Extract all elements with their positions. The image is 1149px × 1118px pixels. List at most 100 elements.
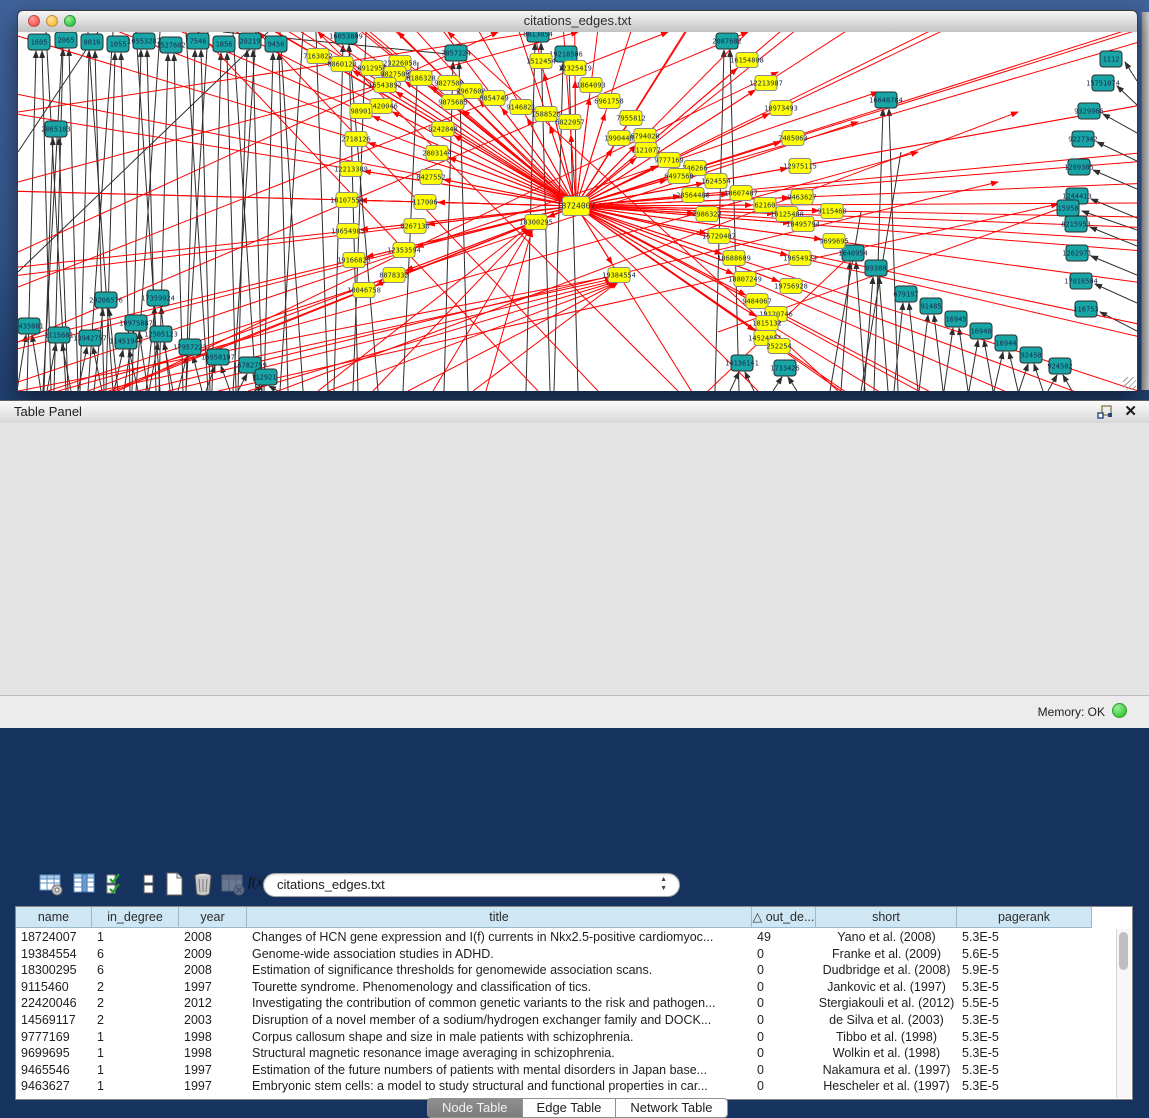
table-row[interactable]: 911546021997Tourette syndrome. Phenomeno… — [16, 979, 1092, 996]
table-row[interactable]: 1938455462009Genome-wide association stu… — [16, 946, 1092, 963]
graph-node-label: 12505123 — [144, 331, 178, 339]
resize-grip[interactable] — [1123, 377, 1136, 390]
graph-node-label: 18724007 — [557, 202, 596, 211]
table-cell: Structural magnetic resonance image aver… — [247, 1045, 752, 1062]
table-cell: 0 — [752, 1012, 816, 1029]
table-cell: 0 — [752, 995, 816, 1012]
graph-node-label: 1262971 — [1062, 250, 1092, 258]
graph-node-label: 679197 — [893, 291, 918, 299]
table-settings-icon[interactable] — [38, 871, 64, 897]
table-body: 1872400712008Changes of HCN gene express… — [16, 929, 1092, 1095]
window-titlebar[interactable]: citations_edges.txt — [18, 11, 1137, 33]
graph-node-label: 6961758 — [594, 98, 624, 106]
tab-node-table[interactable]: Node Table — [427, 1098, 523, 1118]
table-selector-dropdown[interactable]: citations_edges.txt ▲▼ — [263, 873, 680, 897]
graph-node-label: 8878332 — [379, 272, 409, 280]
table-row[interactable]: 1872400712008Changes of HCN gene express… — [16, 929, 1092, 946]
table-cell: Estimation of the future numbers of pati… — [247, 1062, 752, 1079]
graph-node-label: 10973493 — [764, 105, 798, 113]
table-row[interactable]: 946362711997Embryonic stem cells: a mode… — [16, 1078, 1092, 1095]
graph-node-label: 16958107 — [201, 354, 235, 362]
graph-node-label: 1624554 — [701, 178, 731, 186]
graph-node-label: 10688609 — [717, 255, 751, 263]
float-panel-icon[interactable] — [1097, 404, 1113, 420]
memory-status-label: Memory: OK — [1038, 705, 1105, 719]
graph-node-label: 9242848 — [428, 126, 458, 134]
show-columns-icon[interactable] — [72, 871, 98, 897]
table-row[interactable]: 977716911998Corpus callosum shape and si… — [16, 1029, 1092, 1046]
graph-node-label: 18807249 — [728, 276, 762, 284]
graph-node-label: 924502 — [1047, 363, 1072, 371]
close-window-button[interactable] — [28, 15, 40, 27]
tab-network-table[interactable]: Network Table — [616, 1098, 727, 1118]
column-header-title[interactable]: title — [247, 907, 752, 928]
graph-node-label: 6794028 — [630, 133, 660, 141]
table-cell: Corpus callosum shape and size in male p… — [247, 1029, 752, 1046]
row-height-icon[interactable] — [136, 871, 162, 897]
table-cell: 5.9E-5 — [957, 962, 1092, 979]
column-header-year[interactable]: year — [179, 907, 247, 928]
column-header-pagerank[interactable]: pagerank — [957, 907, 1092, 928]
table-cell: Investigating the contribution of common… — [247, 995, 752, 1012]
graph-node-label: 9484067 — [742, 298, 772, 306]
graph-node-label: 2718126 — [341, 136, 371, 144]
tab-edge-table[interactable]: Edge Table — [523, 1098, 617, 1118]
vertical-scrollbar[interactable] — [1116, 929, 1131, 1098]
table-cell: 6 — [92, 946, 179, 963]
graph-node-label: 10607487 — [724, 190, 758, 198]
table-tabs: Node TableEdge TableNetwork Table — [427, 1098, 728, 1118]
table-cell: Stergiakouli et al. (2012) — [816, 995, 957, 1012]
graph-node-label: 7955812 — [616, 115, 646, 123]
graph-node-label: 16543892 — [368, 82, 402, 90]
scrollbar-thumb[interactable] — [1119, 932, 1128, 970]
network-graph-canvas[interactable]: 1605206580161055105532871527602754618562… — [18, 32, 1137, 391]
node-table[interactable]: namein_degreeyeartitle△ out_de...shortpa… — [15, 906, 1133, 1100]
dropdown-stepper-icon: ▲▼ — [660, 875, 667, 893]
graph-node-label: 9875685 — [438, 99, 468, 107]
table-selector-value: citations_edges.txt — [277, 877, 385, 892]
table-row[interactable]: 1830029562008Estimation of significance … — [16, 962, 1092, 979]
graph-node-label: 1733426 — [770, 365, 800, 373]
graph-node-label: 252254 — [766, 343, 791, 351]
graph-node-label: 89388 — [865, 265, 886, 273]
citation-network-graph[interactable]: 1605206580161055105532871527602754618562… — [18, 32, 1137, 391]
delete-column-icon[interactable] — [190, 871, 216, 897]
graph-node-label: 9329966 — [1074, 108, 1104, 116]
graph-node-label: 7986322 — [692, 211, 722, 219]
column-header-out_de[interactable]: △ out_de... — [752, 907, 816, 928]
table-cell: 0 — [752, 962, 816, 979]
create-column-icon[interactable] — [162, 871, 188, 897]
table-row[interactable]: 946554611997Estimation of the future num… — [16, 1062, 1092, 1079]
column-header-short[interactable]: short — [816, 907, 957, 928]
graph-node-label: 17016504 — [1064, 278, 1098, 286]
graph-node-label: 14136141 — [725, 360, 759, 368]
table-panel-body: f(x) citations_edges.txt ▲▼ namein_degre… — [0, 423, 1149, 695]
memory-ok-indicator[interactable] — [1112, 703, 1127, 718]
graph-node-label: 9463627 — [787, 194, 817, 202]
close-panel-icon[interactable]: ✕ — [1124, 402, 1137, 420]
graph-node-label: 9227342 — [1068, 136, 1098, 144]
graph-node-label: 19384554 — [602, 272, 636, 280]
minimize-window-button[interactable] — [46, 15, 58, 27]
table-cell: 5.3E-5 — [957, 929, 1092, 946]
table-cell: Wolkin et al. (1998) — [816, 1045, 957, 1062]
column-header-name[interactable]: name — [16, 907, 92, 928]
table-cell: Estimation of significance thresholds fo… — [247, 962, 752, 979]
table-row[interactable]: 1456911722003Disruption of a novel membe… — [16, 1012, 1092, 1029]
table-cell: 19384554 — [16, 946, 92, 963]
table-cell: 5.3E-5 — [957, 979, 1092, 996]
graph-node-label: 7435081 — [18, 323, 44, 331]
column-header-in_degree[interactable]: in_degree — [92, 907, 179, 928]
table-cell: Dudbridge et al. (2008) — [816, 962, 957, 979]
graph-node-label: 98901 — [350, 108, 371, 116]
graph-node-label: 1512454 — [526, 58, 556, 66]
graph-node-label: 18300295 — [519, 219, 553, 227]
table-cell: 5.3E-5 — [957, 1045, 1092, 1062]
graph-node-label: 16945 — [945, 316, 966, 324]
zoom-window-button[interactable] — [64, 15, 76, 27]
table-row[interactable]: 969969511998Structural magnetic resonanc… — [16, 1045, 1092, 1062]
table-row[interactable]: 2242004622012Investigating the contribut… — [16, 995, 1092, 1012]
table-cell: 2 — [92, 1012, 179, 1029]
table-cell: 9777169 — [16, 1029, 92, 1046]
select-columns-icon[interactable] — [104, 871, 130, 897]
